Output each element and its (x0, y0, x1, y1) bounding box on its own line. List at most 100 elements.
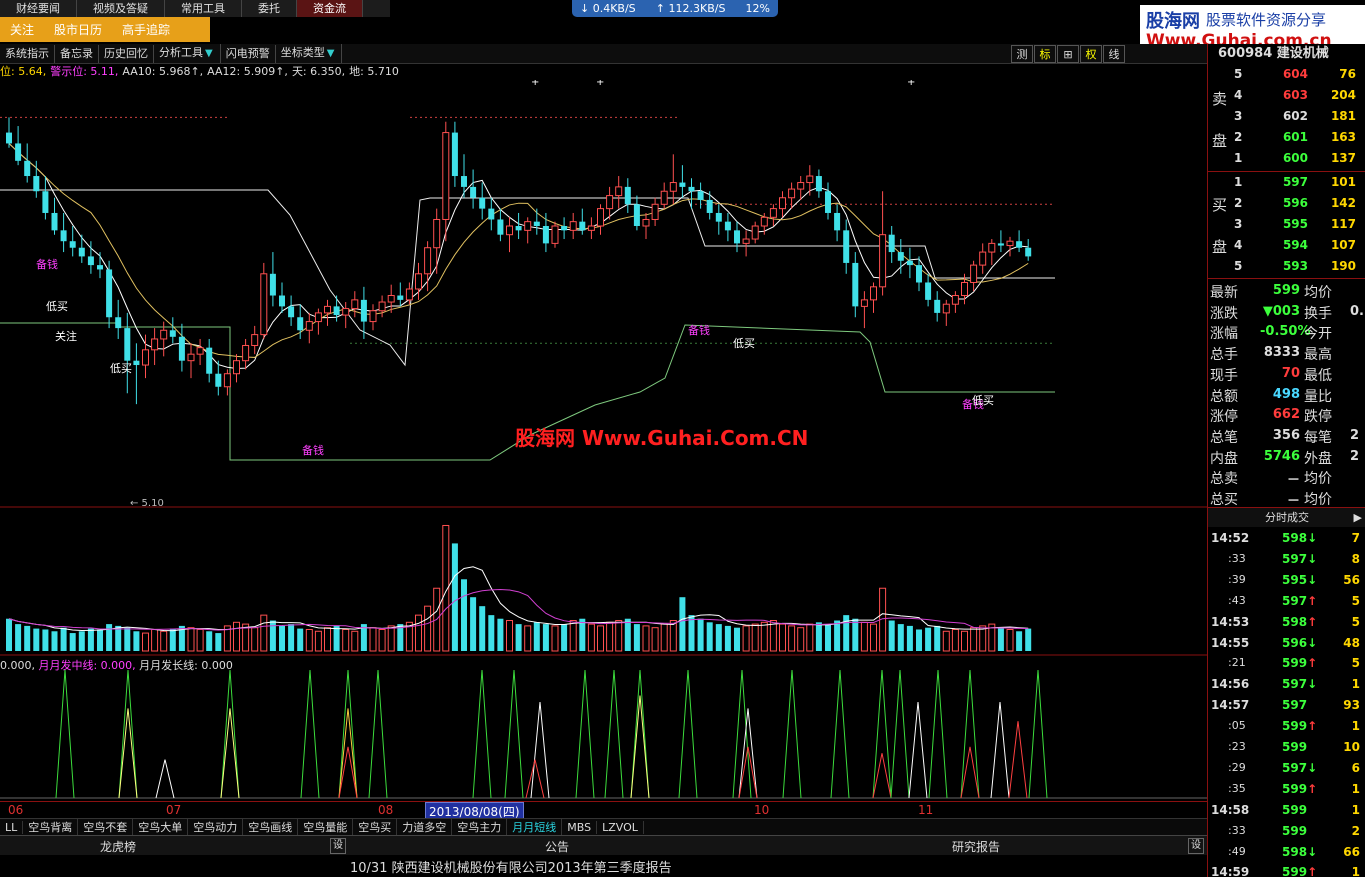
chart-tool-0[interactable]: 测 (1011, 45, 1033, 63)
tick-row: :49 598↓ 66 (1208, 842, 1365, 863)
ticks-header[interactable]: 分时成交 ▶ (1208, 507, 1365, 527)
top-menu-item-1[interactable]: 视频及答疑 (77, 0, 165, 17)
indicator-tab-0[interactable]: LL (0, 820, 24, 834)
volume-bar (6, 618, 12, 651)
tick-price: 599↑ (1282, 656, 1318, 671)
signal-spike (630, 669, 650, 799)
indicator-label: 0.000, 月月发中线: 0.000, 月月发长线: 0.000 (0, 657, 233, 673)
toolbar-item-4[interactable]: 闪电预警 (221, 44, 276, 63)
volume-chart[interactable] (0, 508, 1207, 656)
toolbar-item-5[interactable]: 坐标类型 ▼ (276, 44, 343, 63)
toolbar-item-2[interactable]: 历史回忆 (99, 44, 154, 63)
top-menu-item-0[interactable]: 财经要闻 (0, 0, 77, 17)
toolbar-item-0[interactable]: 系统指示 (0, 44, 55, 63)
indicator-tab-7[interactable]: 空鸟买 (353, 819, 398, 835)
indicator-tab-4[interactable]: 空鸟动力 (188, 819, 244, 835)
top-menu-item-4[interactable]: 资金流 (297, 0, 363, 17)
dropdown-icon[interactable]: ▼ (325, 48, 337, 59)
tick-time: 14:57 (1211, 698, 1250, 713)
chart-tool-1[interactable]: 标 (1034, 45, 1056, 63)
quote-value: 662 (1272, 407, 1300, 423)
indicator-tab-11[interactable]: MBS (562, 820, 598, 834)
tab-2[interactable]: 高手追踪 (112, 21, 180, 38)
volume-bar (870, 623, 877, 652)
candle-body (660, 190, 668, 205)
candle-body (470, 186, 477, 198)
indicator-tab-8[interactable]: 力道多空 (397, 819, 453, 835)
indicator-chart[interactable] (0, 656, 1207, 801)
tick-row: 14:59 599↑ 1 (1208, 862, 1365, 877)
tick-row: 14:58 599 1 (1208, 800, 1365, 821)
indicator-value-2: 月月发长线: 0.000 (139, 659, 233, 672)
marker-plus: + (596, 80, 604, 88)
volume-bar (925, 627, 932, 651)
research-report-tab[interactable]: 研究报告 (952, 838, 1000, 855)
vol-ma5 (8, 566, 1029, 632)
signal-spike (220, 669, 240, 799)
indicator-tab-12[interactable]: LZVOL (597, 820, 644, 834)
indicator-tab-3[interactable]: 空鸟大单 (133, 819, 189, 835)
news-item[interactable]: 10/31 陕西建设机械股份有限公司2013年第三季度报告 (350, 857, 672, 876)
indicator-tab-5[interactable]: 空鸟画线 (243, 819, 299, 835)
indicator-tab-10[interactable]: 月月短线 (507, 819, 563, 835)
top-menu-item-3[interactable]: 委托 (242, 0, 297, 17)
volume-bar (742, 625, 750, 652)
volume-bar (351, 630, 359, 652)
volume-bar (587, 623, 595, 652)
dropdown-icon[interactable]: ▼ (203, 48, 215, 59)
volume-bar (679, 597, 686, 651)
indicator-tab-2[interactable]: 空鸟不套 (78, 819, 134, 835)
top-menu-item-2[interactable]: 常用工具 (165, 0, 242, 17)
tick-volume: 1 (1351, 719, 1360, 734)
volume-bar (24, 625, 31, 651)
chart-tool-4[interactable]: 线 (1103, 45, 1125, 63)
quote-value: 5746 (1263, 448, 1300, 464)
tick-time: :33 (1228, 823, 1246, 837)
tick-time: :49 (1228, 844, 1246, 858)
level-number: 1 (1234, 175, 1243, 189)
volume-bar (669, 620, 677, 652)
chart-tool-3[interactable]: 权 (1080, 45, 1102, 63)
indicator-tab-9[interactable]: 空鸟主力 (452, 819, 508, 835)
candle-body (305, 321, 313, 331)
tick-price: 599 (1282, 823, 1308, 838)
signal-spike (1028, 669, 1048, 799)
candle-body (24, 160, 31, 177)
indicator-tab-1[interactable]: 空鸟背离 (23, 819, 79, 835)
quote-key: 涨幅 (1210, 326, 1238, 343)
settings-button-right[interactable]: 设 (1188, 838, 1204, 854)
tick-time: 14:59 (1211, 865, 1250, 877)
volume-bar (288, 624, 295, 651)
volume-bar (688, 615, 695, 651)
volume-bar (760, 621, 768, 652)
volume-bar (187, 627, 195, 652)
candle-body (925, 282, 932, 300)
dragon-tiger-list-tab[interactable]: 龙虎榜 (100, 838, 136, 855)
level-volume: 107 (1330, 238, 1356, 252)
candle-body (843, 230, 850, 263)
chart-tool-2[interactable]: ⊞ (1057, 45, 1079, 63)
quote-panel: 600984 建设机械 5 604 76 4 603 204 3 602 181 2 601 163 1… (1207, 44, 1365, 877)
signal-spike (782, 669, 802, 799)
indicator-tab-6[interactable]: 空鸟量能 (298, 819, 354, 835)
quote-row-5: 总额 498 量比 (1208, 384, 1365, 405)
tick-volume: 5 (1351, 656, 1360, 671)
volume-bar (133, 631, 140, 651)
ma10-line (8, 143, 1029, 358)
tab-0[interactable]: 关注 (0, 21, 44, 38)
level-volume: 190 (1330, 259, 1356, 273)
toolbar-item-3[interactable]: 分析工具 ▼ (154, 44, 221, 63)
candle-body (597, 208, 604, 227)
expand-icon[interactable]: ▶ (1354, 508, 1362, 528)
toolbar-item-1[interactable]: 备忘录 (55, 44, 99, 63)
settings-button-left[interactable]: 设 (330, 838, 346, 854)
price-chart[interactable]: 备钱备钱备钱备钱低买低买低买低买关注← 5.10股海网 Www.Guhai.Co… (0, 80, 1207, 508)
month-label: 07 (166, 803, 182, 817)
tab-1[interactable]: 股市日历 (44, 21, 112, 38)
volume-bar (415, 614, 422, 652)
tick-price: 599↑ (1282, 719, 1318, 734)
tick-time: :33 (1228, 551, 1246, 565)
announcement-tab[interactable]: 公告 (545, 838, 569, 855)
level-price: 595 (1282, 217, 1308, 231)
divider (1208, 171, 1365, 172)
